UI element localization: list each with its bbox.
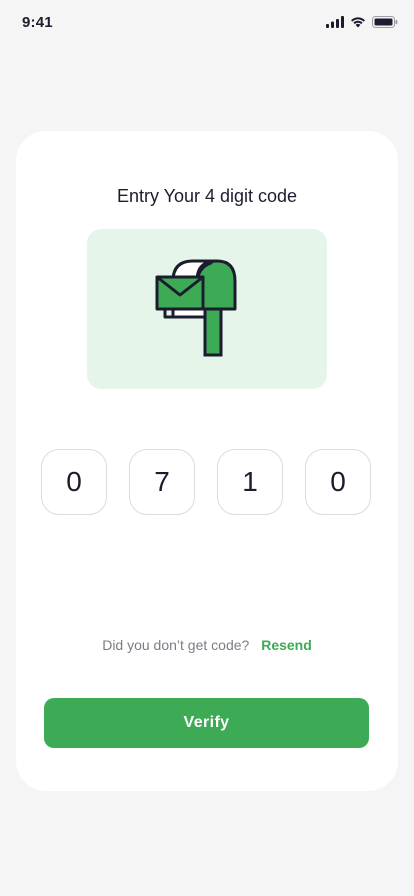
illustration-panel [87,229,327,389]
status-time: 9:41 [22,14,53,31]
code-digit-4[interactable]: 0 [305,449,371,515]
status-bar: 9:41 [0,0,414,46]
cellular-signal-icon [326,16,344,28]
wifi-icon [350,16,366,28]
verification-card: Entry Your 4 digit code 0 7 1 0 Did you … [16,131,398,791]
resend-link[interactable]: Resend [261,637,312,653]
battery-icon [372,16,398,28]
code-input-row: 0 7 1 0 [41,449,373,517]
verify-button[interactable]: Verify [44,698,369,748]
resend-prompt: Did you don’t get code? [102,637,250,653]
status-icons [326,16,398,28]
code-digit-2[interactable]: 7 [129,449,195,515]
code-digit-3[interactable]: 1 [217,449,283,515]
code-digit-1[interactable]: 0 [41,449,107,515]
resend-row: Did you don’t get code? Resend [16,637,398,653]
mailbox-with-envelope-icon [155,259,237,357]
card-title: Entry Your 4 digit code [116,186,298,206]
